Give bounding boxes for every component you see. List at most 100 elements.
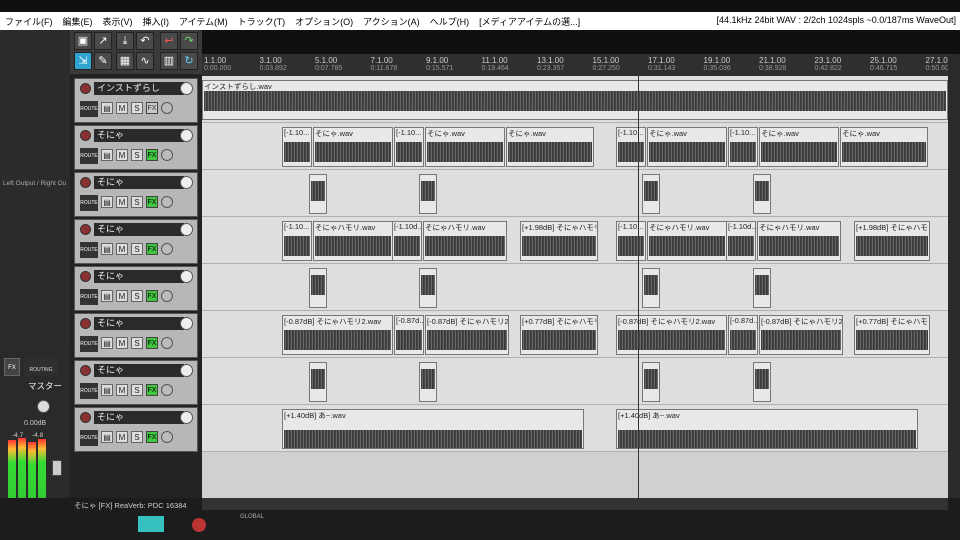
mute-button[interactable]: M [116, 149, 128, 161]
fx-button[interactable]: FX [146, 337, 158, 349]
loop-icon[interactable]: ↻ [180, 52, 198, 70]
volume-knob[interactable] [180, 317, 193, 330]
io-icon[interactable]: ▤ [101, 149, 113, 161]
media-item[interactable]: [-1.10... [282, 221, 312, 261]
track-name[interactable]: そにゃ [94, 270, 184, 283]
media-item[interactable]: [-0.87dB] そにゃハモリ2.wav [616, 315, 727, 355]
io-icon[interactable]: ▤ [101, 290, 113, 302]
track-name[interactable]: インストずらし [94, 82, 184, 95]
media-item[interactable]: [-1.10d... [392, 221, 422, 261]
record-arm-icon[interactable] [80, 130, 91, 141]
track-name[interactable]: そにゃ [94, 317, 184, 330]
media-item[interactable]: そにゃ.wav [506, 127, 594, 167]
media-item[interactable]: [+0.77dB] そにゃハモリ [520, 315, 598, 355]
media-item[interactable] [642, 174, 660, 214]
volume-knob[interactable] [180, 223, 193, 236]
route-button[interactable]: ROUTE [80, 195, 98, 211]
envelope-icon[interactable]: ∿ [136, 52, 154, 70]
media-item[interactable]: そにゃ.wav [425, 127, 505, 167]
media-item[interactable] [642, 268, 660, 308]
power-icon[interactable] [161, 337, 173, 349]
menu-media-item-select[interactable]: [メディアアイテムの選...] [474, 15, 585, 28]
fx-button[interactable]: FX [146, 384, 158, 396]
media-item[interactable]: そにゃ.wav [647, 127, 727, 167]
track-name[interactable]: そにゃ [94, 176, 184, 189]
undo-history-icon[interactable]: ↶ [136, 32, 154, 50]
snap-icon[interactable]: ⇲ [74, 52, 92, 70]
menu-edit[interactable]: 編集(E) [58, 15, 98, 28]
media-item[interactable]: [+1.98dB] そにゃハモリ.wav [520, 221, 598, 261]
record-arm-icon[interactable] [80, 365, 91, 376]
fx-button[interactable]: FX [146, 149, 158, 161]
route-button[interactable]: ROUTE [80, 336, 98, 352]
media-item[interactable]: [-0.87d... [728, 315, 758, 355]
track-header[interactable]: そにゃ ROUTE ▤ M S FX [74, 172, 198, 217]
solo-button[interactable]: S [131, 431, 143, 443]
mute-button[interactable]: M [116, 290, 128, 302]
mute-button[interactable]: M [116, 384, 128, 396]
volume-knob[interactable] [180, 82, 193, 95]
record-button[interactable] [192, 518, 206, 532]
mute-button[interactable]: M [116, 196, 128, 208]
track-name[interactable]: そにゃ [94, 129, 184, 142]
media-item[interactable]: [-0.87d... [394, 315, 424, 355]
media-item[interactable] [642, 362, 660, 402]
menu-file[interactable]: ファイル(F) [0, 15, 58, 28]
power-icon[interactable] [161, 431, 173, 443]
grid-icon[interactable]: ▦ [116, 52, 134, 70]
trim-icon[interactable]: ↩ [160, 32, 178, 50]
record-arm-icon[interactable] [80, 177, 91, 188]
mute-button[interactable]: M [116, 431, 128, 443]
volume-knob[interactable] [180, 176, 193, 189]
menu-insert[interactable]: 挿入(I) [138, 15, 175, 28]
mute-button[interactable]: M [116, 337, 128, 349]
horizontal-scrollbar[interactable] [202, 498, 948, 510]
media-item[interactable]: [+1.40dB] あ~.wav [616, 409, 918, 449]
media-item[interactable]: [+1.40dB] あ~.wav [282, 409, 584, 449]
fx-button[interactable]: FX [146, 243, 158, 255]
media-item[interactable]: [+0.77dB] そにゃハモリ [854, 315, 930, 355]
media-item[interactable]: [-1.10d... [726, 221, 756, 261]
arrange-view[interactable]: インストずらし.wav [-1.10... そにゃ.wav [-1.10... そにゃ.… [202, 54, 948, 498]
track-name[interactable]: そにゃ [94, 364, 184, 377]
lock-icon[interactable]: ▥ [160, 52, 178, 70]
media-item[interactable]: そにゃ.wav [759, 127, 839, 167]
redo-icon[interactable]: ↷ [180, 32, 198, 50]
record-arm-icon[interactable] [80, 271, 91, 282]
media-item[interactable] [309, 268, 327, 308]
power-icon[interactable] [161, 290, 173, 302]
solo-button[interactable]: S [131, 337, 143, 349]
route-button[interactable]: ROUTE [80, 430, 98, 446]
play-button[interactable] [138, 516, 164, 532]
media-item[interactable] [753, 268, 771, 308]
record-arm-icon[interactable] [80, 83, 91, 94]
solo-button[interactable]: S [131, 149, 143, 161]
record-arm-icon[interactable] [80, 412, 91, 423]
power-icon[interactable] [161, 243, 173, 255]
global-label[interactable]: GLOBAL [240, 514, 264, 520]
menu-item[interactable]: アイテム(M) [174, 15, 233, 28]
master-routing-button[interactable]: ROUTING [24, 358, 58, 376]
media-item[interactable]: [-1.10... [728, 127, 758, 167]
io-icon[interactable]: ▤ [101, 196, 113, 208]
media-item[interactable]: そにゃハモリ.wav [757, 221, 841, 261]
track-header[interactable]: そにゃ ROUTE ▤ M S FX [74, 125, 198, 170]
media-item[interactable] [753, 362, 771, 402]
media-item[interactable]: [-0.87dB] そにゃハモリ2.wav [282, 315, 393, 355]
menu-track[interactable]: トラック(T) [233, 15, 291, 28]
media-item[interactable]: そにゃ.wav [313, 127, 393, 167]
media-item[interactable] [419, 268, 437, 308]
track-header[interactable]: そにゃ ROUTE ▤ M S FX [74, 266, 198, 311]
timeline-ruler[interactable]: 1.1.00 0:00.000 3.1.00 0:03.892 5.1.00 0:07.7… [202, 54, 948, 76]
fx-button[interactable]: FX [146, 431, 158, 443]
record-arm-icon[interactable] [80, 318, 91, 329]
route-button[interactable]: ROUTE [80, 383, 98, 399]
menu-view[interactable]: 表示(V) [98, 15, 138, 28]
media-item[interactable]: そにゃハモリ.wav [647, 221, 727, 261]
io-icon[interactable]: ▤ [101, 102, 113, 114]
master-pan-knob[interactable] [37, 400, 50, 413]
new-project-icon[interactable]: ▣ [74, 32, 92, 50]
solo-button[interactable]: S [131, 243, 143, 255]
media-item[interactable]: [-0.87dB] そにゃハモリ2.wa... [759, 315, 843, 355]
media-item[interactable] [309, 174, 327, 214]
